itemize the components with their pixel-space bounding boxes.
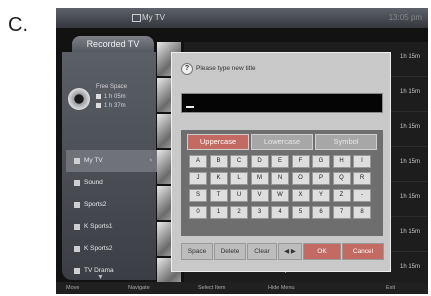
tv-icon <box>132 14 141 22</box>
keyboard-key[interactable]: 6 <box>312 206 330 219</box>
keyboard-key[interactable]: Y <box>312 189 330 202</box>
keyboard-key[interactable]: W <box>271 189 289 202</box>
keyboard-key[interactable]: V <box>250 189 269 202</box>
square-icon <box>96 103 101 108</box>
cursor-move-button[interactable]: ◀ ▶ <box>278 243 302 260</box>
free-space-row: 1 h 05m <box>96 94 126 100</box>
keyboard-key[interactable]: E <box>271 155 289 168</box>
duration: 1h 15m <box>399 194 420 200</box>
text-cursor <box>186 106 194 108</box>
keyboard-key[interactable]: H <box>332 155 351 168</box>
duration: 1h 15m <box>399 159 420 165</box>
footer-select: Select Item <box>198 285 226 291</box>
sidebar-item-sports2[interactable]: Sports2 <box>66 194 158 216</box>
keyboard-key[interactable]: I <box>353 155 371 168</box>
keyboard-key[interactable]: 3 <box>250 206 269 219</box>
sidebar: Free Space 1 h 05m 1 h 37m My TV › Sound … <box>62 52 158 282</box>
dialog-title: Please type new title <box>196 65 256 72</box>
footer-help-bar: Move Navigate Select Item Hide Menu Exit <box>56 282 428 294</box>
keyboard-key[interactable]: 5 <box>291 206 310 219</box>
keyboard-key[interactable]: 0 <box>189 206 207 219</box>
footer-move: Move <box>66 285 80 291</box>
keyboard-key[interactable]: M <box>250 172 269 185</box>
ok-button[interactable]: OK <box>303 243 341 260</box>
keyboard-key[interactable]: O <box>291 172 310 185</box>
keyboard-key[interactable]: 7 <box>332 206 351 219</box>
rename-dialog: ? Please type new title Uppercase Lowerc… <box>171 52 391 272</box>
keyboard-key[interactable]: R <box>353 172 371 185</box>
cancel-button[interactable]: Cancel <box>342 243 384 260</box>
top-bar: My TV 13:05 pm <box>56 8 428 28</box>
clock: 13:05 pm <box>388 13 422 22</box>
keyboard-key[interactable]: 2 <box>230 206 248 219</box>
keyboard-key[interactable]: T <box>209 189 228 202</box>
keyboard-key[interactable]: S <box>189 189 207 202</box>
sidebar-item-tv-drama[interactable]: TV Drama <box>66 260 158 282</box>
keyboard-key[interactable]: X <box>291 189 310 202</box>
keyboard-key[interactable]: L <box>230 172 248 185</box>
square-icon <box>96 94 101 99</box>
keyboard-key[interactable]: Q <box>332 172 351 185</box>
keyboard-key[interactable]: 8 <box>353 206 371 219</box>
recorded-tv-tab[interactable]: Recorded TV <box>72 36 154 52</box>
keyboard-key[interactable]: P <box>312 172 330 185</box>
keyboard-key[interactable]: N <box>271 172 289 185</box>
footer-hide-menu: Hide Menu <box>268 285 295 291</box>
keyboard-key[interactable]: K <box>209 172 228 185</box>
free-space-label: Free Space <box>96 84 128 90</box>
on-screen-keyboard: Uppercase Lowercase Symbol ABCDEFGHI JKLM… <box>181 130 383 236</box>
chevron-right-icon: › <box>149 157 152 164</box>
keyboard-key[interactable]: C <box>230 155 248 168</box>
duration: 1h 15m <box>399 229 420 235</box>
sidebar-item-k-sports1[interactable]: K Sports1 <box>66 216 158 238</box>
sidebar-item-sound[interactable]: Sound <box>66 172 158 194</box>
free-space-row: 1 h 37m <box>96 103 126 109</box>
keyboard-key[interactable]: - <box>353 189 371 202</box>
duration: 1h 15m <box>399 264 420 270</box>
dialog-buttons: Space Delete Clear ◀ ▶ OK Cancel <box>181 243 384 260</box>
space-button[interactable]: Space <box>181 243 213 260</box>
keyboard-key[interactable]: B <box>209 155 228 168</box>
sidebar-item-k-sports2[interactable]: K Sports2 <box>66 238 158 260</box>
keyboard-key[interactable]: 1 <box>209 206 228 219</box>
keyboard-key[interactable]: A <box>189 155 207 168</box>
title-input[interactable] <box>181 93 383 113</box>
tab-symbol[interactable]: Symbol <box>315 134 377 150</box>
tab-uppercase[interactable]: Uppercase <box>187 134 249 150</box>
keyboard-key[interactable]: 4 <box>271 206 289 219</box>
keyboard-key[interactable]: U <box>230 189 248 202</box>
duration: 1h 15m <box>399 124 420 130</box>
sidebar-item-my-tv[interactable]: My TV › <box>66 150 158 172</box>
top-title: My TV <box>142 13 165 22</box>
disc-icon <box>68 88 90 110</box>
keyboard-key[interactable]: Z <box>332 189 351 202</box>
keyboard-key[interactable]: D <box>250 155 269 168</box>
duration: 1h 15m <box>399 89 420 95</box>
question-icon: ? <box>181 63 193 75</box>
delete-button[interactable]: Delete <box>214 243 246 260</box>
footer-navigate: Navigate <box>128 285 150 291</box>
tv-screen: My TV 13:05 pm Recorded TV Free Space 1 … <box>56 8 428 294</box>
tab-lowercase[interactable]: Lowercase <box>251 134 313 150</box>
folder-list: My TV › Sound Sports2 K Sports1 K Sports2… <box>66 150 158 282</box>
clear-button[interactable]: Clear <box>247 243 277 260</box>
keyboard-key[interactable]: F <box>291 155 310 168</box>
duration: 1h 15m <box>399 54 420 60</box>
figure-letter: C. <box>8 14 28 36</box>
keyboard-key[interactable]: J <box>189 172 207 185</box>
keyboard-tabs: Uppercase Lowercase Symbol <box>187 134 377 150</box>
keyboard-key[interactable]: G <box>312 155 330 168</box>
footer-exit: Exit <box>386 285 396 291</box>
scroll-down-icon[interactable]: ▼ <box>97 274 104 281</box>
